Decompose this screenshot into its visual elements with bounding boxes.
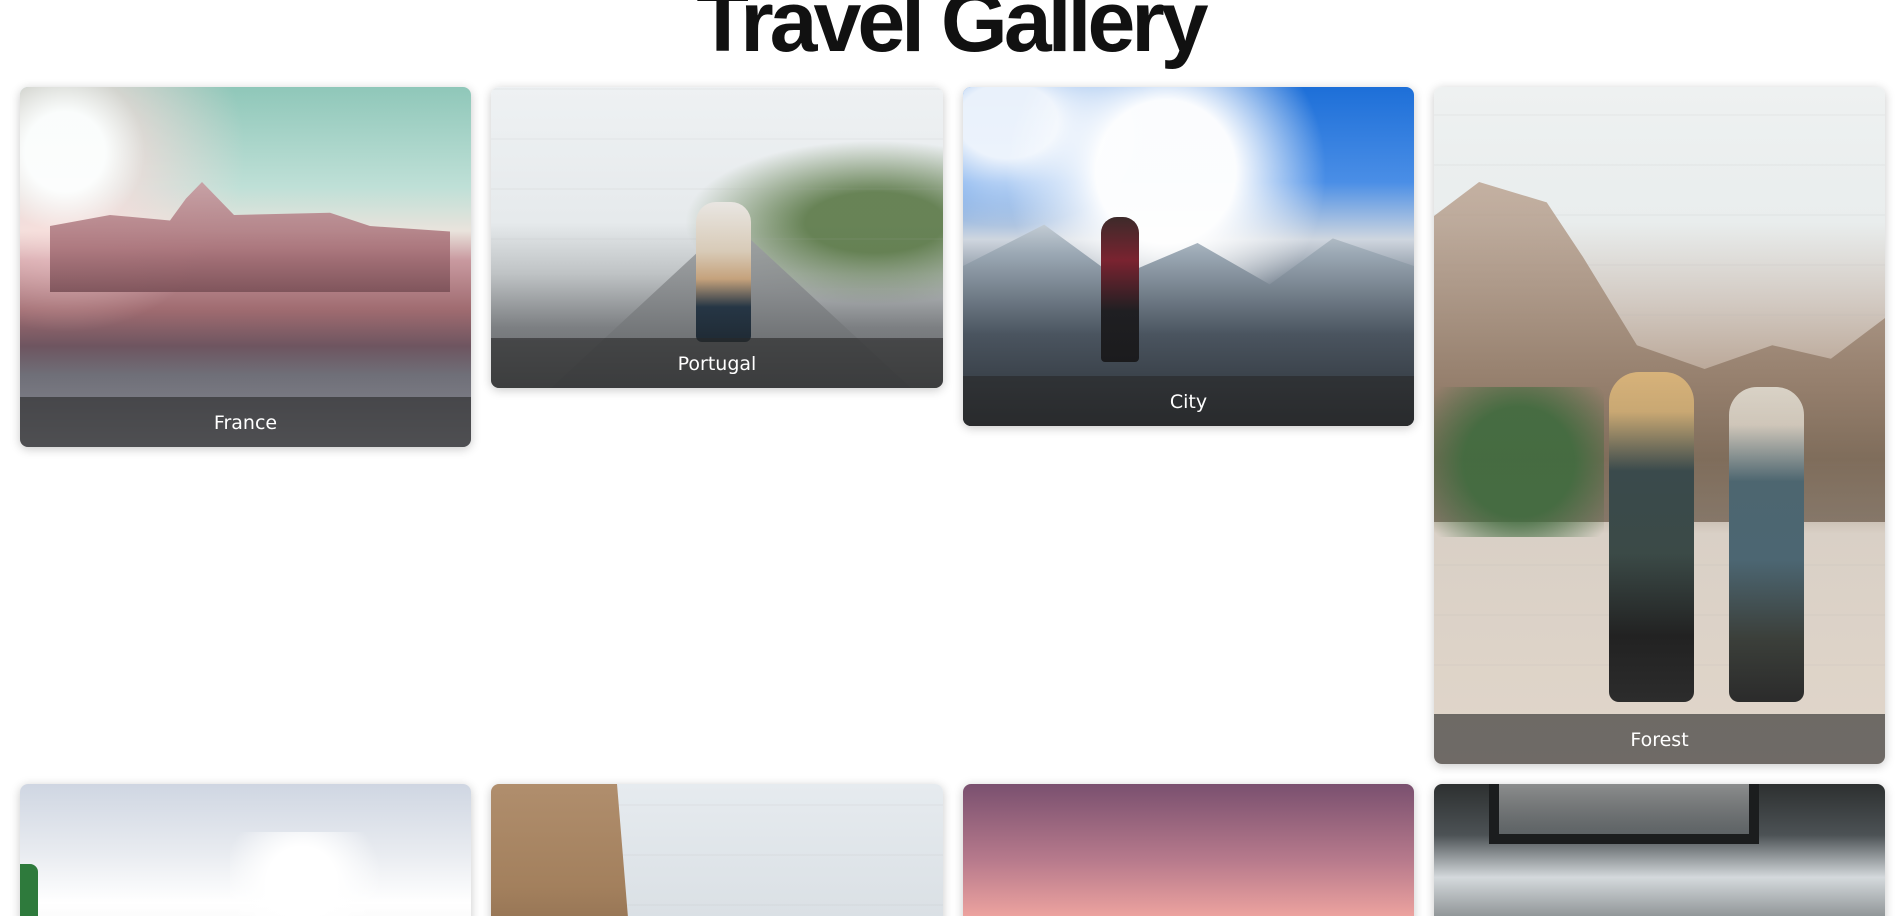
photo xyxy=(1434,87,1885,764)
gallery-card-france[interactable]: France xyxy=(20,87,471,447)
stone-wall-graphic xyxy=(491,784,631,916)
traveler-graphic xyxy=(696,202,751,342)
gallery-card[interactable] xyxy=(491,784,943,916)
gallery-card[interactable] xyxy=(1434,784,1885,916)
gallery-card-portugal[interactable]: Portugal xyxy=(491,87,943,388)
photo xyxy=(1434,784,1885,916)
photo xyxy=(20,87,471,447)
hiker-graphic xyxy=(1101,217,1139,362)
train-window-graphic xyxy=(1489,784,1759,844)
photo xyxy=(20,784,471,916)
hiker-graphic xyxy=(1609,372,1694,702)
hiker-graphic xyxy=(1729,387,1804,702)
bush-graphic xyxy=(1434,387,1604,537)
photo xyxy=(963,784,1414,916)
cloud-graphic xyxy=(230,832,390,916)
card-caption: Portugal xyxy=(491,338,943,388)
gallery-card-city[interactable]: City xyxy=(963,87,1414,426)
card-caption: City xyxy=(963,376,1414,426)
gallery-card[interactable] xyxy=(963,784,1414,916)
page: Travel Gallery France Portugal City Fore… xyxy=(0,0,1901,916)
foliage-graphic xyxy=(20,864,38,916)
card-caption: Forest xyxy=(1434,714,1885,764)
page-title: Travel Gallery xyxy=(696,0,1208,70)
card-caption: France xyxy=(20,397,471,447)
gallery-card-forest[interactable]: Forest xyxy=(1434,87,1885,764)
gallery-card[interactable] xyxy=(20,784,471,916)
photo xyxy=(491,784,943,916)
building-graphic xyxy=(50,182,450,292)
